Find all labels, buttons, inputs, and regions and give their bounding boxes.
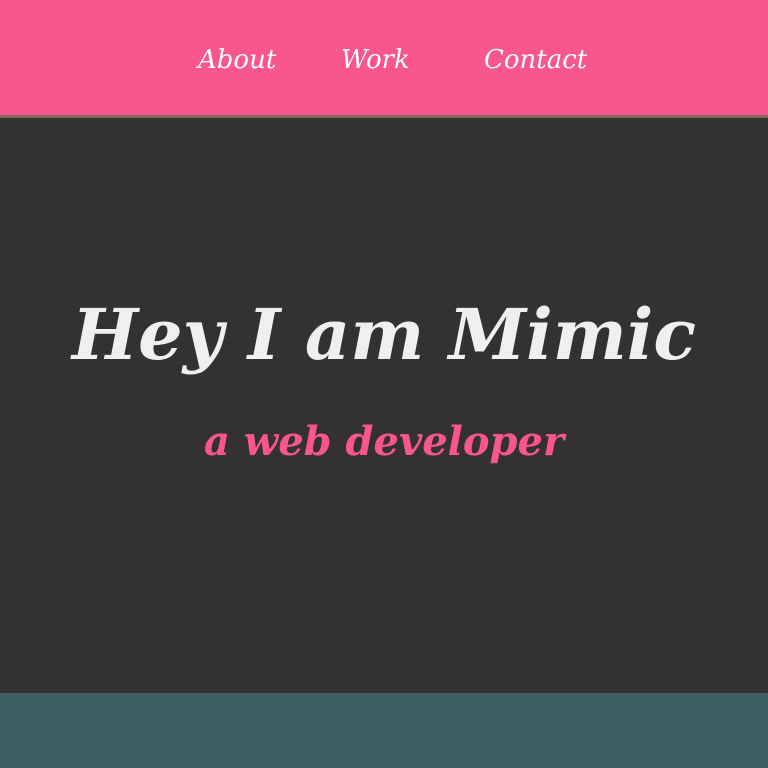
top-navigation-bar: About Work Contact: [0, 0, 768, 115]
nav-link-about[interactable]: About: [198, 40, 276, 80]
next-section-band: [0, 693, 768, 768]
main-nav: About Work Contact: [0, 40, 768, 80]
nav-link-work[interactable]: Work: [341, 40, 410, 80]
hero-title: Hey I am Mimic: [72, 292, 696, 376]
hero-section: Hey I am Mimic a web developer: [0, 118, 768, 693]
nav-link-contact[interactable]: Contact: [484, 40, 587, 80]
hero-subtitle: a web developer: [203, 418, 565, 466]
